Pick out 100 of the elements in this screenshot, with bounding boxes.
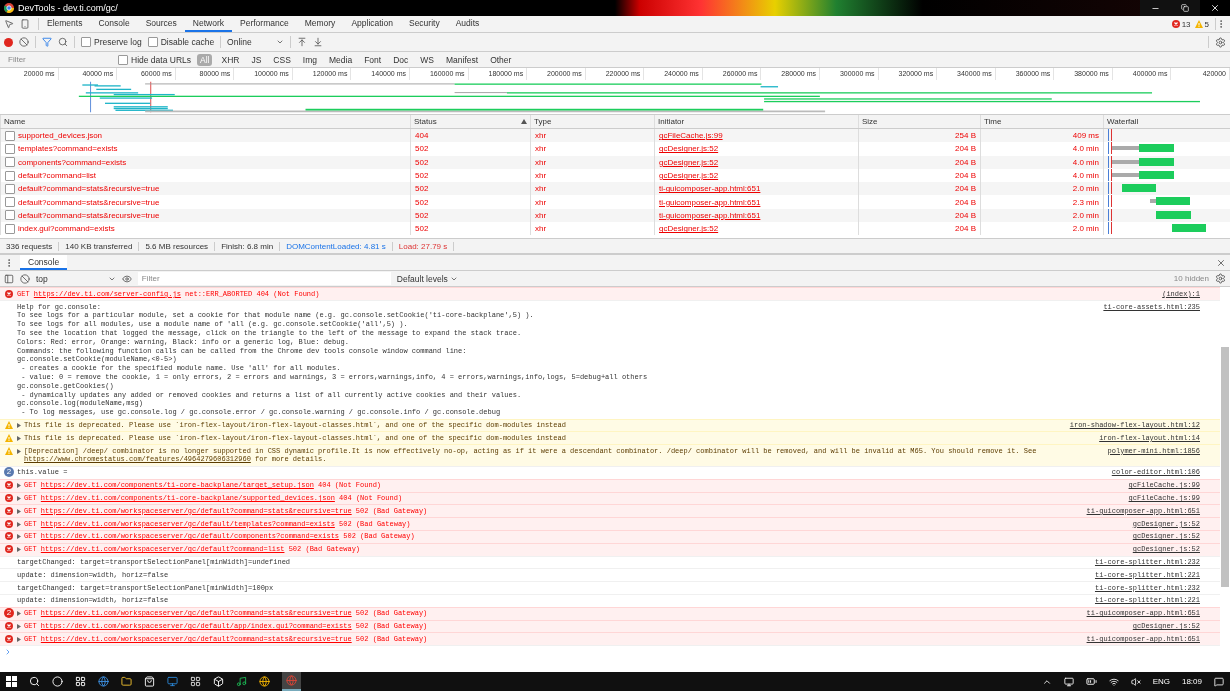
- app-icon[interactable]: [190, 676, 201, 687]
- task-view-icon[interactable]: [75, 676, 86, 687]
- column-header[interactable]: Name: [0, 115, 410, 128]
- eye-icon[interactable]: [121, 273, 132, 284]
- filter-icon[interactable]: [42, 37, 52, 47]
- time-cell: 2.3 min: [980, 195, 1103, 209]
- cube-icon[interactable]: [213, 676, 224, 687]
- expand-arrow-icon[interactable]: [17, 611, 21, 617]
- inspect-icon[interactable]: [4, 19, 14, 29]
- type-filter-button[interactable]: WS: [417, 53, 437, 66]
- type-filter-button[interactable]: Font: [361, 53, 385, 66]
- clear-icon[interactable]: [19, 37, 29, 47]
- expand-arrow-icon[interactable]: [17, 508, 21, 514]
- initiator-link[interactable]: ti-guicomposer-app.html:651: [659, 210, 761, 220]
- column-header[interactable]: Size: [858, 115, 980, 128]
- shopping-bag-icon[interactable]: [144, 676, 155, 687]
- panel-tab[interactable]: Performance: [232, 16, 297, 32]
- type-filter-button[interactable]: Media: [326, 53, 356, 66]
- language-indicator[interactable]: ENG: [1152, 677, 1170, 686]
- notification-icon[interactable]: [1214, 676, 1224, 687]
- context-dropdown[interactable]: top: [36, 273, 116, 284]
- volume-muted-icon[interactable]: [1130, 676, 1141, 687]
- panel-tab[interactable]: Sources: [137, 16, 185, 32]
- expand-arrow-icon[interactable]: [17, 435, 21, 441]
- initiator-link[interactable]: gcFileCache.js:99: [659, 131, 723, 141]
- browser-icon[interactable]: [98, 676, 109, 687]
- initiator-link[interactable]: gcDesigner.js:52: [659, 157, 719, 167]
- sidebar-toggle-icon[interactable]: [4, 273, 14, 284]
- preserve-log-checkbox[interactable]: Preserve log: [81, 37, 142, 47]
- panel-tab[interactable]: Console: [90, 16, 138, 32]
- error-icon: [5, 506, 13, 515]
- type-filter-button[interactable]: Other: [487, 53, 515, 66]
- prompt-icon[interactable]: [4, 647, 12, 656]
- folder-icon[interactable]: [121, 676, 132, 687]
- active-browser-icon[interactable]: [282, 672, 301, 691]
- error-icon: [5, 622, 13, 631]
- type-filter-button[interactable]: Img: [299, 53, 320, 66]
- expand-arrow-icon[interactable]: [17, 624, 21, 630]
- column-header[interactable]: Status: [410, 115, 530, 128]
- network-icon[interactable]: [1063, 676, 1074, 687]
- column-header[interactable]: Waterfall: [1103, 115, 1230, 128]
- record-button[interactable]: [4, 37, 13, 47]
- initiator-link[interactable]: ti-guicomposer-app.html:651: [659, 184, 761, 194]
- type-cell: xhr: [530, 142, 654, 156]
- expand-arrow-icon[interactable]: [17, 521, 21, 527]
- name-cell[interactable]: default?command=stats&recursive=true: [0, 195, 410, 209]
- initiator-link[interactable]: gcDesigner.js:52: [659, 144, 719, 154]
- console-filter-field[interactable]: Filter: [137, 272, 391, 286]
- circle-icon[interactable]: [52, 676, 63, 687]
- name-cell[interactable]: components?command=exists: [0, 155, 410, 169]
- type-filter-button[interactable]: XHR: [218, 53, 243, 66]
- expand-arrow-icon[interactable]: [17, 423, 21, 429]
- name-cell[interactable]: templates?command=exists: [0, 142, 410, 156]
- panel-tab[interactable]: Security: [400, 16, 448, 32]
- panel-tab[interactable]: Application: [343, 16, 401, 32]
- panel-tab[interactable]: Audits: [447, 16, 488, 32]
- disable-cache-checkbox[interactable]: Disable cache: [147, 37, 215, 47]
- initiator-link[interactable]: ti-guicomposer-app.html:651: [659, 197, 761, 207]
- music-icon[interactable]: [236, 676, 247, 687]
- scrollbar[interactable]: [1221, 347, 1229, 588]
- type-filter-button[interactable]: Doc: [390, 53, 412, 66]
- expand-arrow-icon[interactable]: [17, 547, 21, 553]
- expand-arrow-icon[interactable]: [17, 496, 21, 501]
- type-filter-button[interactable]: JS: [248, 53, 265, 66]
- type-filter-button[interactable]: CSS: [270, 53, 294, 66]
- column-header[interactable]: Time: [980, 115, 1103, 128]
- drawer-tab[interactable]: Console: [20, 255, 68, 271]
- battery-icon[interactable]: [1085, 676, 1097, 687]
- panel-tab[interactable]: Elements: [39, 16, 91, 32]
- type-cell: xhr: [530, 155, 654, 169]
- expand-arrow-icon[interactable]: [17, 448, 21, 454]
- initiator-link[interactable]: gcDesigner.js:52: [659, 171, 719, 181]
- expand-arrow-icon[interactable]: [17, 637, 21, 642]
- settings-icon[interactable]: [1215, 36, 1226, 48]
- clear-icon[interactable]: [20, 273, 30, 284]
- expand-arrow-icon[interactable]: [17, 534, 21, 540]
- type-filter-button[interactable]: Manifest: [443, 53, 482, 66]
- summary-text: DOMContentLoaded: 4.81 s: [280, 241, 393, 251]
- browser-icon[interactable]: [259, 676, 270, 687]
- upload-icon[interactable]: [296, 37, 307, 47]
- wifi-icon[interactable]: [1108, 676, 1119, 687]
- panel-tab[interactable]: Memory: [296, 16, 344, 32]
- windows-logo-icon[interactable]: [6, 676, 17, 687]
- hide-data-urls-checkbox[interactable]: Hide data URLs: [118, 54, 191, 65]
- download-icon[interactable]: [312, 37, 323, 47]
- log-levels-dropdown[interactable]: Default levels: [396, 273, 458, 284]
- expand-arrow-icon[interactable]: [17, 483, 21, 489]
- initiator-link[interactable]: gcDesigner.js:52: [659, 224, 719, 234]
- clock[interactable]: 18:09: [1181, 677, 1202, 686]
- device-icon[interactable]: [20, 19, 30, 29]
- column-header[interactable]: Type: [530, 115, 654, 128]
- close-icon[interactable]: [1216, 257, 1226, 268]
- column-header[interactable]: Initiator: [654, 115, 858, 128]
- name-cell[interactable]: index.gui?command=exists: [0, 222, 410, 236]
- restore-button[interactable]: [1170, 0, 1200, 16]
- column-label: Size: [862, 117, 878, 126]
- settings-icon[interactable]: [1215, 273, 1226, 285]
- status-cell: 502: [410, 142, 530, 156]
- throttling-dropdown[interactable]: Online: [227, 37, 284, 47]
- close-button[interactable]: [1200, 0, 1230, 16]
